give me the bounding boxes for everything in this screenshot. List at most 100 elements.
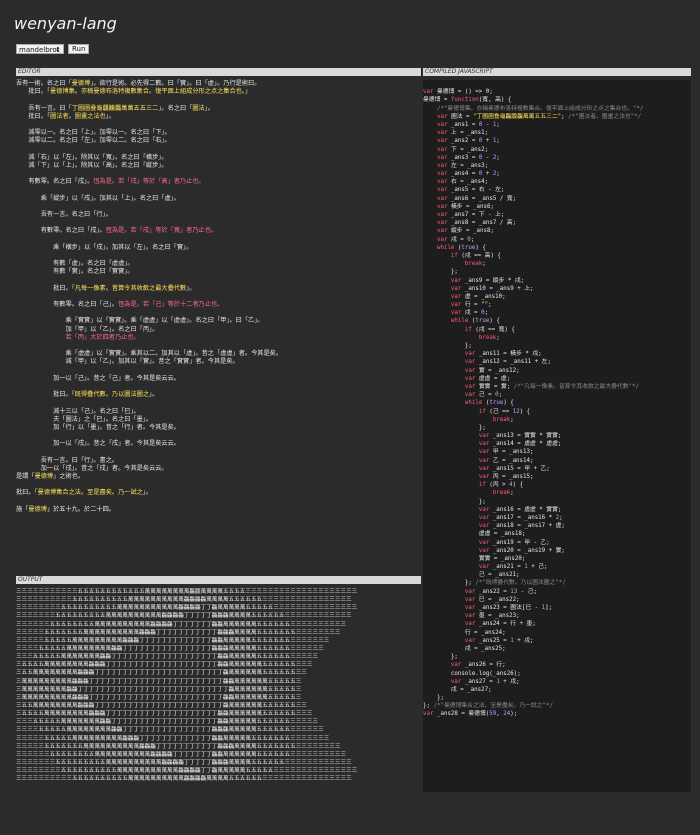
js-line: console.log(_ans26); [423, 670, 691, 678]
js-line: if (戌 == 寬) { [423, 326, 691, 334]
js-line-segment: var [436, 220, 451, 227]
js-line-segment: /*"曼德博集。亦稱曼德布洛特複數集合。復平面上組成分形之点之集合也。"*/ [423, 105, 644, 112]
js-line-segment [423, 179, 437, 185]
js-line-segment [423, 204, 437, 210]
editor-line: 吾有一術。名之曰「曼德博」。欲行是術。必先得二數。曰「實」。曰「虛」。乃行是術曰… [16, 80, 421, 88]
js-line-segment: 戌 = _ans25; [423, 645, 506, 652]
js-line-segment: /*"凡每一像素。皆算令其收斂之最大疊代數"*/ [513, 383, 639, 390]
compiled-js-header: COMPILED JAVASCRIPT [423, 68, 691, 76]
editor-line: 批曰。「既得疊代數。乃以圖法圖之」。 [16, 391, 421, 399]
js-line-segment: var [464, 375, 479, 382]
js-line-segment: var [464, 383, 479, 390]
js-line-segment: 乙 = _ans14; [492, 457, 534, 464]
js-line: var 上 = _ans1; [423, 129, 691, 137]
editor-line: 加一以「戌」。昔之「戌」者。今其是矣云云。 [16, 465, 421, 473]
editor-line-segment: 是謂「 [16, 473, 35, 480]
js-line: 實實 = _ans20; [423, 555, 691, 563]
js-line-segment [423, 441, 479, 447]
editor-line-segment: 丁圖圖叠龜龘龖龘萬萬五五三二 [71, 104, 159, 112]
js-line: 曼德博 = function(寬, 高) { [423, 96, 691, 104]
output-line: 三萬萬萬萬萬萬萬萬萬龘龘龘丁丁丁丁丁丁丁丁丁丁丁丁丁丁丁丁丁丁丁丁丁丁丁丁龘龘萬… [16, 694, 302, 701]
js-line: }; [423, 653, 691, 661]
output-line: 三五五五五萬萬萬萬萬萬萬萬龘龘龘丁丁丁丁丁丁丁丁丁丁丁丁丁丁丁丁丁丁丁丁龘龘萬萬… [16, 662, 313, 669]
js-line-segment: 墨 = _ans23; [478, 613, 520, 620]
run-button[interactable]: Run [68, 44, 90, 54]
js-line-segment [423, 359, 465, 365]
editor-line-segment: 」 [244, 88, 252, 96]
js-line: var 甲 = _ans13; [423, 448, 691, 456]
js-line-segment: var [464, 359, 479, 366]
js-line-segment [423, 638, 465, 644]
js-line-segment [423, 114, 437, 120]
js-line: }; /*"曼德博集合之法。至是盡矣。乃一試之"*/ [423, 702, 691, 710]
code-editor[interactable]: 吾有一術。名之曰「曼德博」。欲行是術。必先得二數。曰「實」。曰「虛」。乃行是術曰… [16, 80, 421, 514]
js-line-segment: _ans3 = [450, 154, 479, 161]
js-line-segment [423, 400, 465, 406]
js-line-segment: _ans10 = _ans9 + 上; [464, 285, 534, 292]
editor-line-segment: 」。 [105, 112, 115, 120]
js-line-segment: }; [423, 580, 476, 587]
editor-line: 加一以「己」。昔之「己」者。今其是矣云云。 [16, 375, 421, 383]
js-line-segment [423, 310, 451, 316]
output-line: 三五五萬萬萬萬萬萬萬萬龘龘龘丁丁丁丁丁丁丁丁丁丁丁丁丁丁丁丁丁丁丁丁丁丁丁龘萬萬… [16, 702, 307, 709]
js-line-segment: 己 = [478, 392, 496, 399]
js-line: var 縱步 = _ans8; [423, 227, 691, 235]
output-panel: 三三三三三三三三三三三五五五五五五五五五五五五萬萬萬萬萬萬萬萬龘龖萬萬萬萬五五五… [16, 588, 421, 783]
js-line: var _ans7 = 下 - 上; [423, 211, 691, 219]
output-line: 三三三三三三三三三三五五五五五五五五五五萬萬萬萬萬萬萬萬萬萬龘龘龘龘萬萬萬萬五五… [16, 597, 352, 604]
js-line-segment: - [482, 121, 493, 128]
js-line-segment [423, 368, 465, 374]
example-select[interactable]: mandelbrot ⇕ [16, 44, 64, 54]
js-line: var _ans26 = 行; [423, 661, 691, 669]
js-line-segment: _ans23 = 圖法[巳 - [478, 605, 542, 611]
editor-line-segment: 乘「實實」以「實實」。乘「虛虛」以「虛虛」。名之曰「甲」。曰「乙」。 [16, 317, 264, 325]
js-line-segment: }; [423, 703, 434, 710]
js-line-segment: while [450, 318, 472, 325]
js-line-segment: var [478, 449, 493, 456]
js-line-segment: 右 = _ans4; [450, 179, 489, 186]
js-line-segment: var [478, 457, 493, 464]
js-line: var _ans15 = 甲 + 乙; [423, 465, 691, 473]
js-line-segment [423, 466, 479, 472]
js-line-segment: ) { [512, 482, 524, 489]
js-line-segment: 曼德博 = () => 0; [436, 89, 493, 96]
js-line-segment [423, 237, 437, 243]
js-line-segment [423, 417, 493, 423]
js-line-segment: _ans13 = 實實 * 實實; [492, 433, 562, 440]
js-line-segment [423, 540, 479, 546]
js-line-segment: ; [484, 310, 489, 317]
js-line-segment: _ans12 = _ans11 + 左; [478, 359, 551, 366]
js-line: while (true) { [423, 399, 691, 407]
output-line: 三三三三三五五五五五五五萬萬萬萬萬萬萬萬萬萬龘龘龘丁丁丁丁丁丁丁丁丁丁丁龘龘龘萬… [16, 629, 341, 636]
js-line-segment: ; [496, 154, 500, 161]
js-line-segment: 實 = _ans12; [478, 367, 520, 374]
js-line-segment [423, 294, 451, 300]
js-line-segment [423, 327, 465, 333]
js-line-segment: ; [510, 490, 514, 497]
js-line: var 下 = _ans2; [423, 146, 691, 154]
editor-line: 減零以二。名之曰「左」。加零以二。名之曰「右」。 [16, 137, 421, 145]
editor-line-segment: 吾有一術。名之曰「 [16, 80, 72, 87]
js-line-segment: _ans8 = _ans7 / 高; [450, 220, 517, 227]
js-line-segment [423, 564, 479, 570]
js-line-segment: ) { [489, 318, 500, 325]
js-line-segment [423, 597, 465, 603]
js-line-segment: true [461, 244, 476, 251]
js-line: var _ans11 = 橫步 * 戌; [423, 350, 691, 358]
js-line-segment: _ans15 = 甲 + 乙; [492, 465, 550, 472]
js-line-segment: + 戌; [499, 678, 520, 685]
js-line-segment: if [478, 482, 490, 489]
js-line-segment: (戌 == 高) { [461, 252, 501, 259]
js-line-segment: ) { [503, 400, 514, 407]
js-line-segment: + 己; [527, 564, 548, 571]
js-line-segment [423, 286, 451, 292]
js-line-segment: - 己; [517, 588, 538, 595]
js-line-segment: _ans1 = [450, 121, 479, 128]
js-line-segment: 橫步 = _ans6; [450, 203, 494, 210]
toolbar: mandelbrot ⇕ Run [16, 44, 90, 54]
js-line-segment [423, 245, 437, 251]
js-line: var 墨 = _ans23; [423, 612, 691, 620]
output-line: 三三三三三三五五五五五五五五萬萬萬萬萬萬萬萬萬萬龘龘龘龘丁丁丁丁丁丁丁龘龘萬萬萬… [16, 751, 347, 758]
js-line: while (true) { [423, 317, 691, 325]
